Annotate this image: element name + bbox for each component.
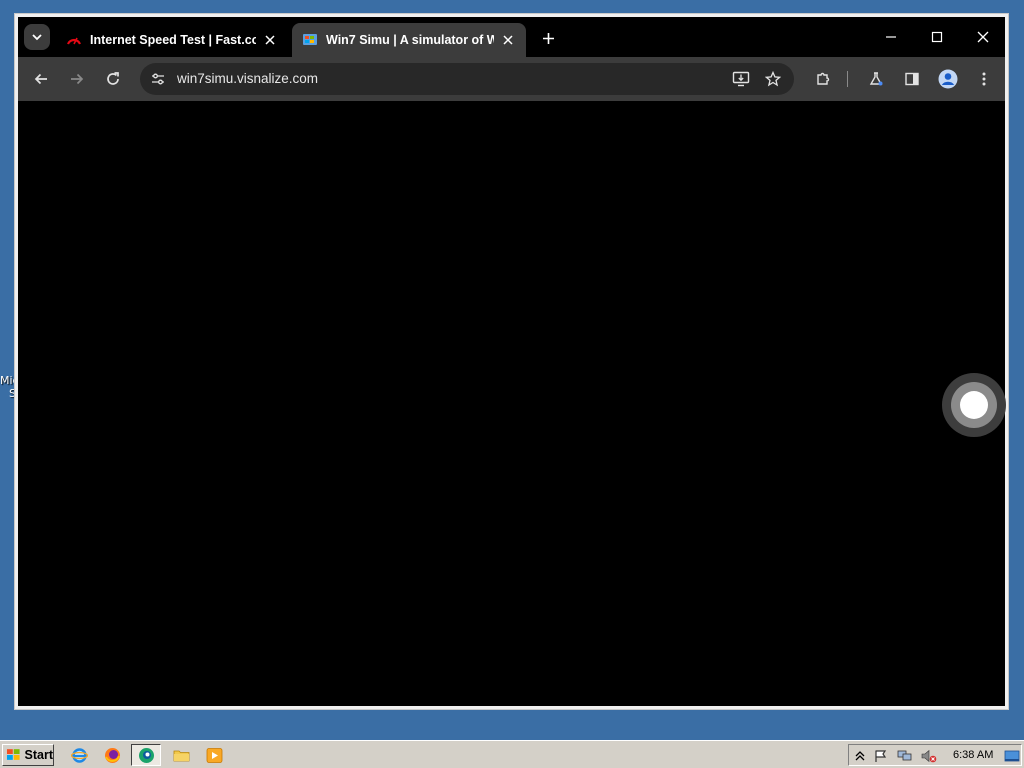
extensions-button[interactable] bbox=[809, 65, 837, 93]
tab-win7simu[interactable]: Win7 Simu | A simulator of Windows 7 bbox=[292, 23, 526, 57]
maximize-button[interactable] bbox=[922, 24, 952, 50]
action-center-flag[interactable] bbox=[873, 748, 889, 764]
browser-toolbar: win7simu.visnalize.com bbox=[18, 57, 1005, 101]
labs-button[interactable] bbox=[862, 65, 890, 93]
network-icon bbox=[897, 750, 912, 761]
browser-window: Internet Speed Test | Fast.com Win7 Simu… bbox=[14, 13, 1009, 710]
minimize-icon bbox=[886, 36, 896, 38]
flag-icon bbox=[875, 750, 887, 762]
quicklaunch-firefox[interactable] bbox=[103, 746, 121, 764]
quicklaunch-media-player[interactable] bbox=[205, 746, 223, 764]
tab-title: Win7 Simu | A simulator of Windows 7 bbox=[326, 33, 494, 47]
page-content[interactable] bbox=[18, 101, 1006, 706]
install-app-button[interactable] bbox=[727, 65, 755, 93]
plus-icon bbox=[542, 32, 554, 44]
show-desktop-icon bbox=[1004, 750, 1020, 762]
tune-icon bbox=[152, 73, 164, 85]
tab-close-button[interactable] bbox=[262, 32, 278, 48]
tab-search-button[interactable] bbox=[24, 24, 50, 50]
quicklaunch-edge[interactable] bbox=[131, 744, 161, 766]
install-monitor-icon bbox=[732, 71, 750, 87]
star-icon bbox=[765, 71, 781, 87]
quicklaunch-internet-explorer[interactable] bbox=[70, 746, 88, 764]
side-panel-button[interactable] bbox=[898, 65, 926, 93]
maximize-icon bbox=[931, 31, 943, 43]
network-status[interactable] bbox=[897, 748, 913, 764]
close-icon bbox=[503, 35, 513, 45]
system-tray: 6:38 AM bbox=[848, 744, 1022, 766]
arrow-left-icon bbox=[34, 73, 47, 85]
close-window-button[interactable] bbox=[968, 24, 998, 50]
edge-icon bbox=[138, 747, 154, 763]
reload-icon bbox=[107, 72, 119, 85]
show-hidden-icons-button[interactable] bbox=[852, 748, 868, 764]
browser-titlebar: Internet Speed Test | Fast.com Win7 Simu… bbox=[18, 17, 1005, 57]
internet-explorer-icon bbox=[70, 747, 88, 763]
new-tab-button[interactable] bbox=[538, 28, 558, 48]
profile-button[interactable] bbox=[934, 65, 962, 93]
loading-spinner-core bbox=[960, 391, 988, 419]
show-desktop-button[interactable] bbox=[1004, 748, 1020, 764]
tab-close-button[interactable] bbox=[500, 32, 516, 48]
minimize-button[interactable] bbox=[876, 24, 906, 50]
start-button[interactable]: Start bbox=[2, 744, 54, 766]
win7-logo-icon bbox=[303, 34, 317, 45]
firefox-icon bbox=[104, 747, 120, 763]
fast-speedometer-icon bbox=[66, 37, 82, 45]
more-vertical-icon bbox=[982, 72, 986, 86]
reload-button[interactable] bbox=[99, 65, 127, 93]
back-button[interactable] bbox=[27, 65, 55, 93]
loading-spinner bbox=[942, 373, 1006, 437]
arrow-right-icon bbox=[71, 73, 84, 85]
volume-muted-icon bbox=[921, 749, 937, 763]
start-label: Start bbox=[24, 748, 53, 762]
bookmark-button[interactable] bbox=[759, 65, 787, 93]
loading-spinner-ring bbox=[951, 382, 997, 428]
windows-flag-icon bbox=[6, 749, 20, 760]
address-bar[interactable]: win7simu.visnalize.com bbox=[140, 63, 794, 95]
site-info-button[interactable] bbox=[146, 67, 170, 91]
avatar-icon bbox=[938, 69, 958, 89]
menu-button[interactable] bbox=[970, 65, 998, 93]
tab-title: Internet Speed Test | Fast.com bbox=[90, 33, 256, 47]
forward-button[interactable] bbox=[63, 65, 91, 93]
volume-control[interactable] bbox=[921, 748, 937, 764]
folder-icon bbox=[173, 750, 189, 761]
close-icon bbox=[265, 35, 275, 45]
close-icon bbox=[977, 31, 989, 43]
url-text[interactable]: win7simu.visnalize.com bbox=[177, 71, 318, 86]
side-panel-icon bbox=[905, 72, 919, 86]
quicklaunch-explorer[interactable] bbox=[172, 746, 190, 764]
flask-icon bbox=[869, 72, 883, 86]
taskbar: Start 6:38 AM bbox=[0, 740, 1024, 768]
tab-fast-com[interactable]: Internet Speed Test | Fast.com bbox=[56, 23, 288, 57]
puzzle-icon bbox=[817, 72, 830, 85]
chevron-up-icon bbox=[855, 751, 865, 761]
toolbar-separator bbox=[847, 71, 848, 87]
chevron-down-icon bbox=[32, 34, 42, 41]
taskbar-clock[interactable]: 6:38 AM bbox=[953, 749, 993, 761]
media-player-icon bbox=[206, 747, 222, 763]
